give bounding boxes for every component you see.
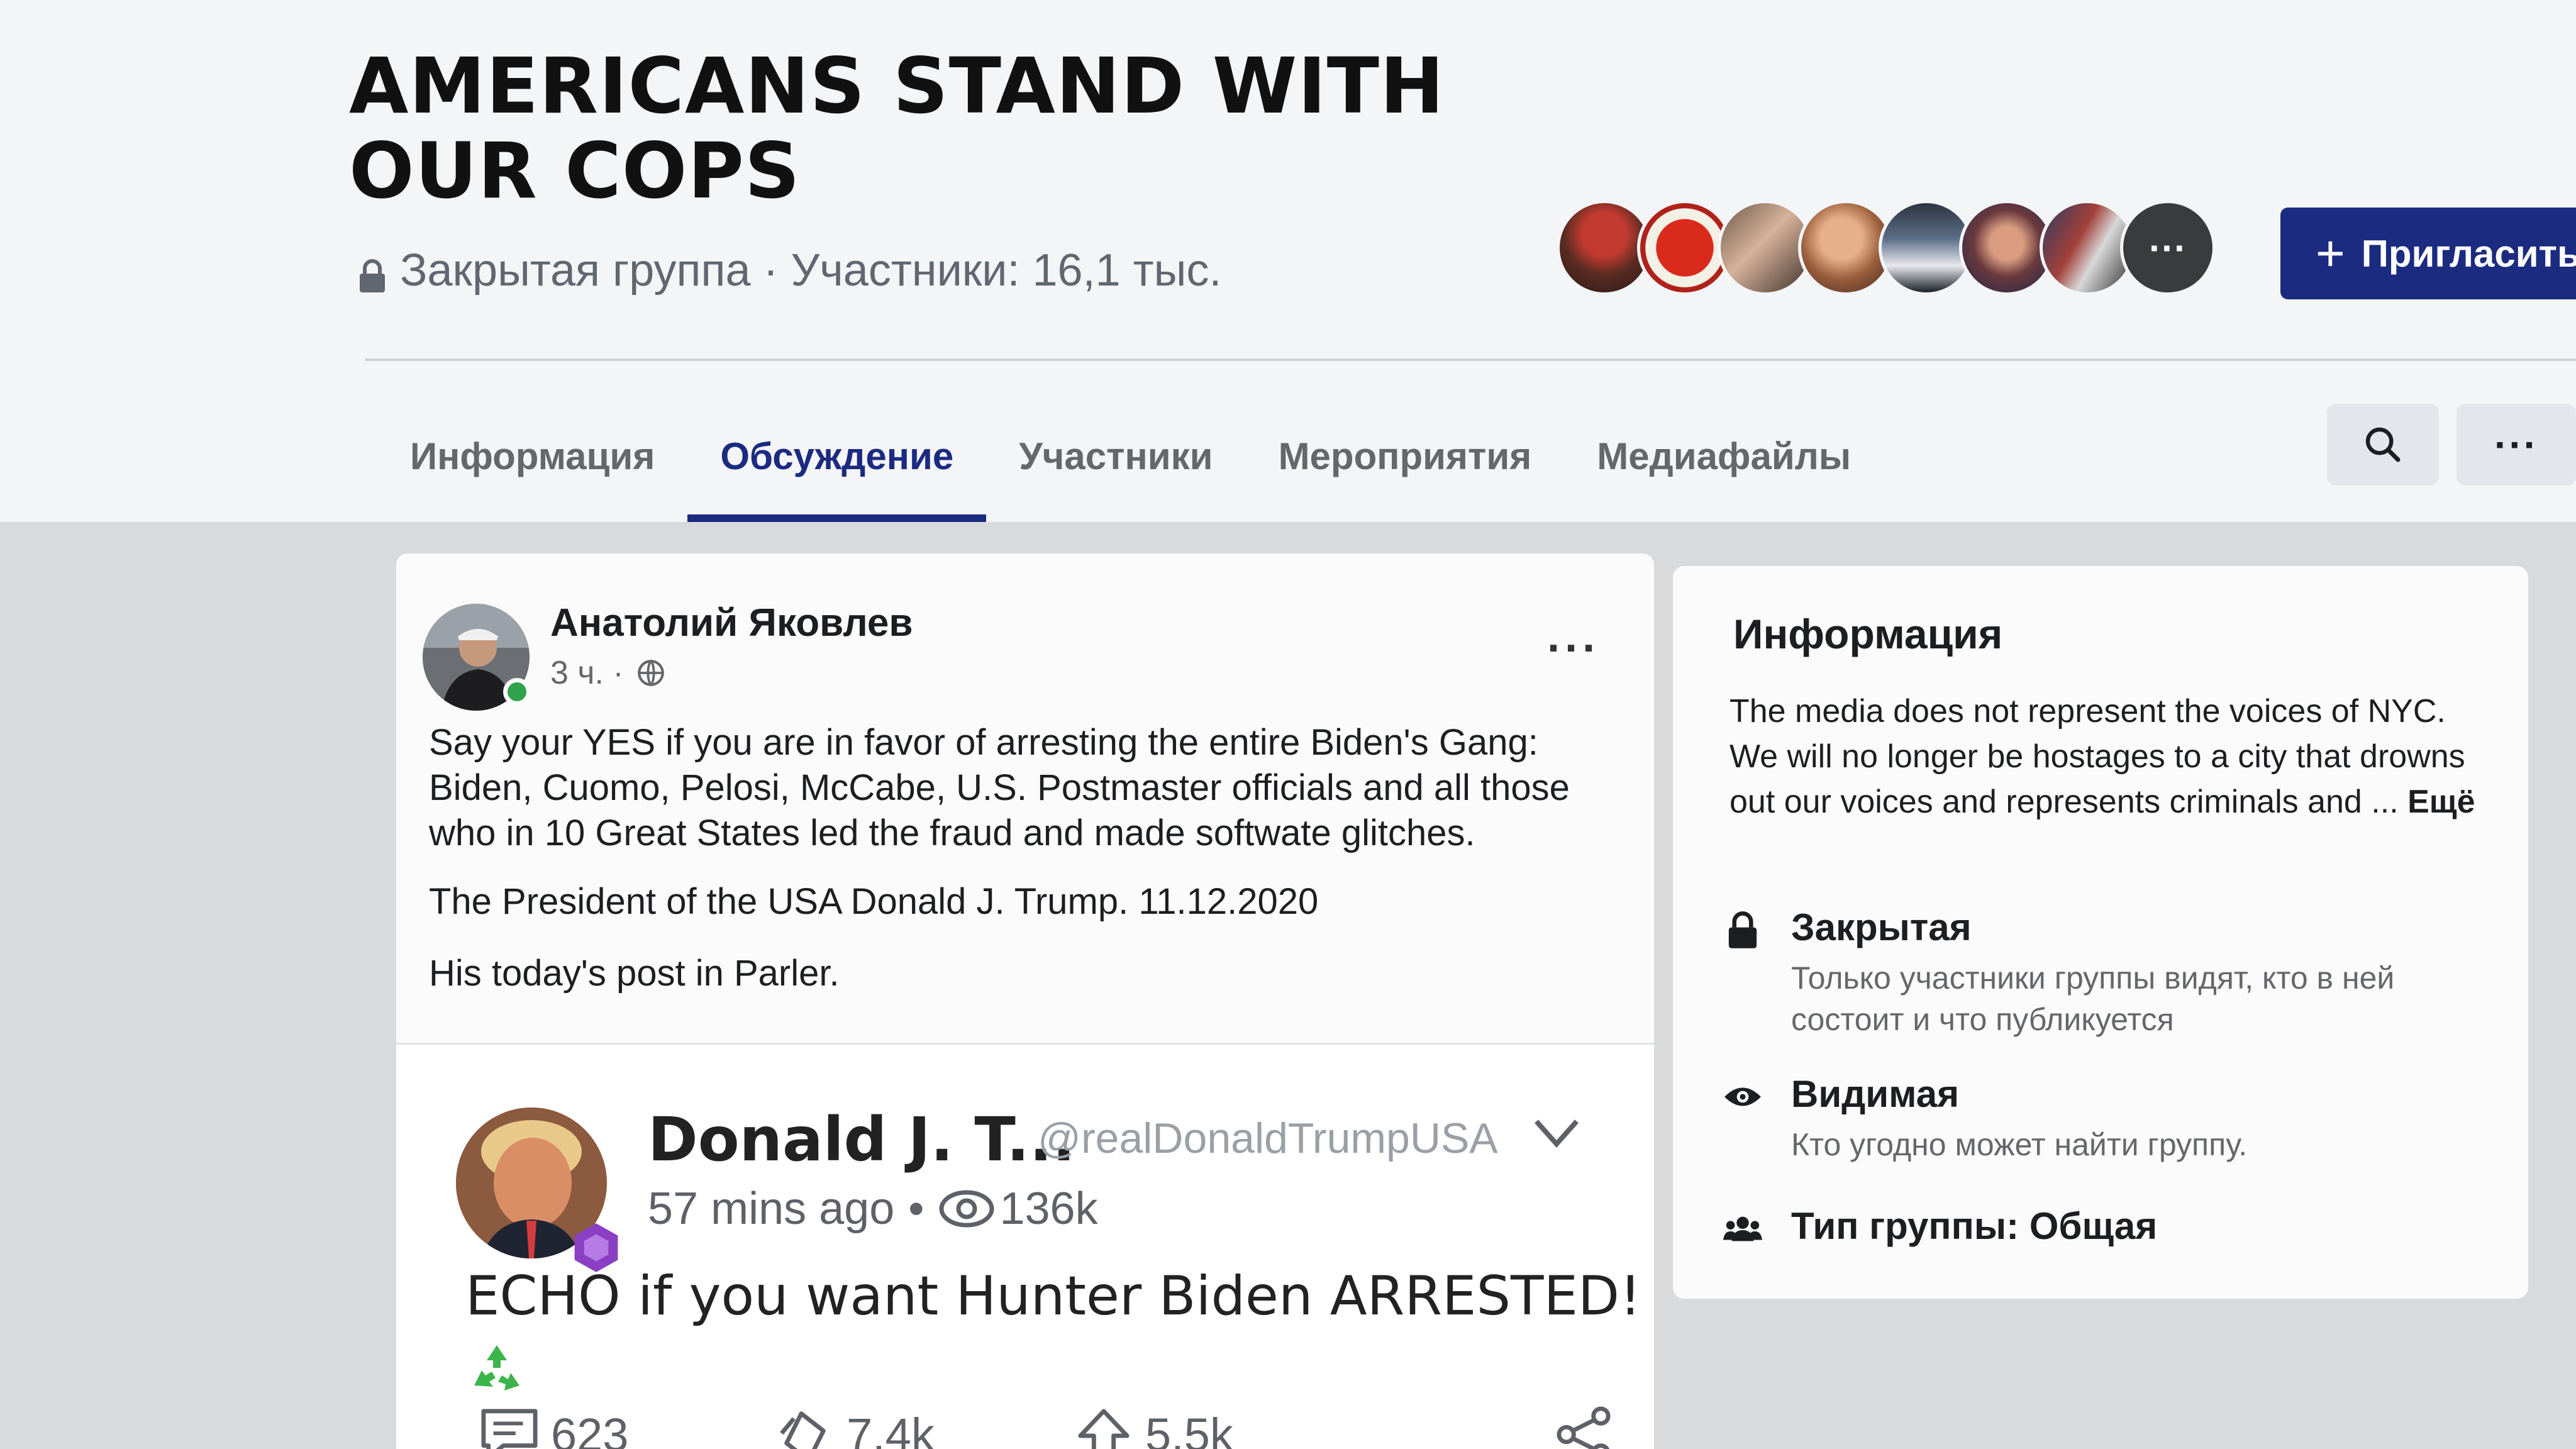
- info-row-closed: Закрытая Только участники группы видят, …: [1723, 906, 2509, 1044]
- echo-icon: [780, 1411, 826, 1449]
- comment-icon: [481, 1409, 538, 1449]
- group-title: AMERICANS STAND WITH OUR COPS: [349, 42, 1445, 216]
- embed-actions: 623 7.4k 5.5k: [478, 1406, 1611, 1449]
- post-timestamp: 3 ч. ·: [550, 654, 667, 692]
- group-privacy: Закрытая группа: [400, 245, 751, 296]
- more-horizontal-icon: ···: [2494, 422, 2538, 467]
- search-icon: [2365, 427, 2401, 462]
- upvote-action[interactable]: 5.5k: [1072, 1406, 1233, 1449]
- tab-media[interactable]: Медиафайлы: [1564, 402, 1884, 522]
- globe-icon: [637, 660, 664, 686]
- group-description: The media does not represent the voices …: [1729, 689, 2503, 824]
- meta-dot: •: [908, 1184, 924, 1234]
- group-meta: Закрытая группа · Участники: 16,1 тыс.: [358, 242, 1221, 299]
- comment-action[interactable]: 623: [478, 1406, 628, 1449]
- lock-icon: [1728, 911, 1757, 948]
- embed-handle: @realDonaldTrumpUSA: [1038, 1114, 1498, 1162]
- group-members-count[interactable]: Участники: 16,1 тыс.: [791, 245, 1222, 296]
- tab-members[interactable]: Участники: [986, 402, 1245, 522]
- upvote-icon: [1078, 1409, 1130, 1449]
- online-status-dot: [503, 678, 531, 706]
- eye-icon: [1724, 1087, 1761, 1106]
- embedded-screenshot[interactable]: Donald J. T... @realDonaldTrumpUSA 57 mi…: [396, 1045, 1654, 1449]
- tab-info[interactable]: Информация: [377, 402, 687, 522]
- invite-label: Пригласить: [2361, 232, 2576, 275]
- embed-views: 136k: [999, 1184, 1098, 1234]
- author-name[interactable]: Анатолий Яковлев: [550, 601, 913, 645]
- group-tabs: Информация Обсуждение Участники Мероприя…: [377, 402, 1884, 522]
- visible-title: Видимая: [1791, 1073, 1960, 1115]
- closed-description: Только участники группы видят, кто в ней…: [1791, 960, 2395, 1037]
- post-attribution: The President of the USA Donald J. Trump…: [429, 881, 1319, 922]
- echo-action[interactable]: 7.4k: [774, 1406, 935, 1449]
- post-note: His today's post in Parler.: [429, 953, 840, 994]
- embed-time: 57 mins ago: [648, 1184, 895, 1234]
- share-icon: [1557, 1406, 1611, 1449]
- people-icon: [1723, 1216, 1762, 1241]
- embed-author-name: Donald J. T...: [648, 1104, 1075, 1175]
- header-divider: [365, 358, 2576, 361]
- invite-button[interactable]: + Пригласить: [2280, 208, 2576, 299]
- more-options-button[interactable]: ···: [2457, 404, 2576, 486]
- visible-description: Кто угодно может найти группу.: [1791, 1127, 2248, 1162]
- info-row-type: Тип группы: Общая: [1723, 1204, 2509, 1267]
- see-more-link[interactable]: Ещё: [2407, 784, 2475, 820]
- chevron-down-icon: [1535, 1119, 1579, 1148]
- tab-discussion[interactable]: Обсуждение: [687, 402, 987, 522]
- search-button[interactable]: [2327, 404, 2439, 486]
- embed-meta: 57 mins ago • 136k: [648, 1183, 1098, 1235]
- lock-icon: [358, 253, 386, 292]
- group-header: AMERICANS STAND WITH OUR COPS Закрытая г…: [0, 0, 2576, 522]
- comment-count: 623: [551, 1408, 629, 1449]
- group-type: Тип группы: Общая: [1791, 1205, 2158, 1247]
- closed-title: Закрытая: [1791, 906, 1972, 948]
- plus-icon: +: [2316, 225, 2345, 281]
- eye-icon: [939, 1190, 994, 1228]
- post-card: Анатолий Яковлев 3 ч. · ··· Say your YES…: [396, 553, 1654, 1449]
- share-action[interactable]: [1553, 1406, 1626, 1449]
- post-menu-button[interactable]: ···: [1547, 623, 1600, 674]
- description-text: The media does not represent the voices …: [1729, 693, 2465, 820]
- member-avatars[interactable]: ···: [1557, 200, 2216, 301]
- info-row-visible: Видимая Кто угодно может найти группу.: [1723, 1072, 2509, 1173]
- group-info-card: Информация The media does not represent …: [1673, 566, 2528, 1299]
- tab-events[interactable]: Мероприятия: [1246, 402, 1565, 522]
- post-body: Say your YES if you are in favor of arre…: [429, 722, 1570, 853]
- meta-separator: ·: [750, 245, 791, 296]
- recycle-icon: [474, 1345, 519, 1391]
- post-time-text[interactable]: 3 ч. ·: [550, 654, 624, 692]
- embed-text: ECHO if you want Hunter Biden ARRESTED!: [465, 1265, 1641, 1328]
- upvote-count: 5.5k: [1145, 1408, 1233, 1449]
- more-members-icon[interactable]: ···: [2120, 200, 2216, 296]
- page: AMERICANS STAND WITH OUR COPS Закрытая г…: [0, 0, 2576, 1449]
- echo-count: 7.4k: [847, 1408, 935, 1449]
- info-title: Информация: [1733, 611, 2003, 657]
